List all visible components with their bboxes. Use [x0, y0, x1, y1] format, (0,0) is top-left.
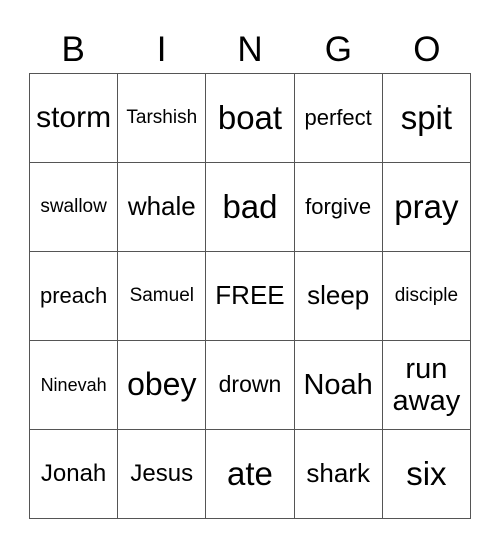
bingo-cell[interactable]: boat [205, 73, 295, 163]
bingo-cell[interactable]: run away [381, 340, 472, 430]
bingo-cell[interactable]: spit [381, 73, 472, 163]
bingo-cell[interactable]: Jesus [117, 429, 207, 519]
bingo-cell[interactable]: Samuel [117, 251, 207, 341]
bingo-cell[interactable]: whale [117, 162, 207, 252]
bingo-cell[interactable]: swallow [28, 162, 119, 252]
bingo-cell[interactable]: forgive [293, 162, 383, 252]
grid-row: Ninevah obey drown Noah run away [28, 340, 472, 430]
bingo-cell[interactable]: obey [117, 340, 207, 430]
header-letter-g: G [324, 30, 353, 69]
bingo-cell[interactable]: six [381, 429, 472, 519]
grid-row: Jonah Jesus ate shark six [28, 429, 472, 519]
bingo-cell[interactable]: pray [381, 162, 472, 252]
bingo-cell[interactable]: ate [205, 429, 295, 519]
bingo-cell[interactable]: bad [205, 162, 295, 252]
bingo-cell[interactable]: drown [205, 340, 295, 430]
grid-row: swallow whale bad forgive pray [28, 162, 472, 252]
bingo-cell[interactable]: disciple [381, 251, 472, 341]
header-letter-o: O [413, 30, 441, 69]
header-letter-i: I [156, 30, 167, 69]
bingo-cell[interactable]: preach [28, 251, 119, 341]
bingo-cell[interactable]: Ninevah [28, 340, 119, 430]
grid-row: storm Tarshish boat perfect spit [28, 73, 472, 163]
bingo-cell[interactable]: sleep [293, 251, 383, 341]
header-letter-n: N [237, 30, 263, 69]
bingo-cell[interactable]: shark [293, 429, 383, 519]
header-letter-b: B [61, 30, 85, 69]
bingo-cell[interactable]: Tarshish [117, 73, 207, 163]
bingo-grid: storm Tarshish boat perfect spit swallow… [28, 73, 472, 519]
bingo-cell[interactable]: Noah [293, 340, 383, 430]
bingo-cell[interactable]: perfect [293, 73, 383, 163]
bingo-cell[interactable]: storm [28, 73, 119, 163]
free-space[interactable]: FREE [205, 251, 295, 341]
bingo-cell[interactable]: Jonah [28, 429, 119, 519]
bingo-header: B I N G O [29, 28, 471, 72]
grid-row: preach Samuel FREE sleep disciple [28, 251, 472, 341]
